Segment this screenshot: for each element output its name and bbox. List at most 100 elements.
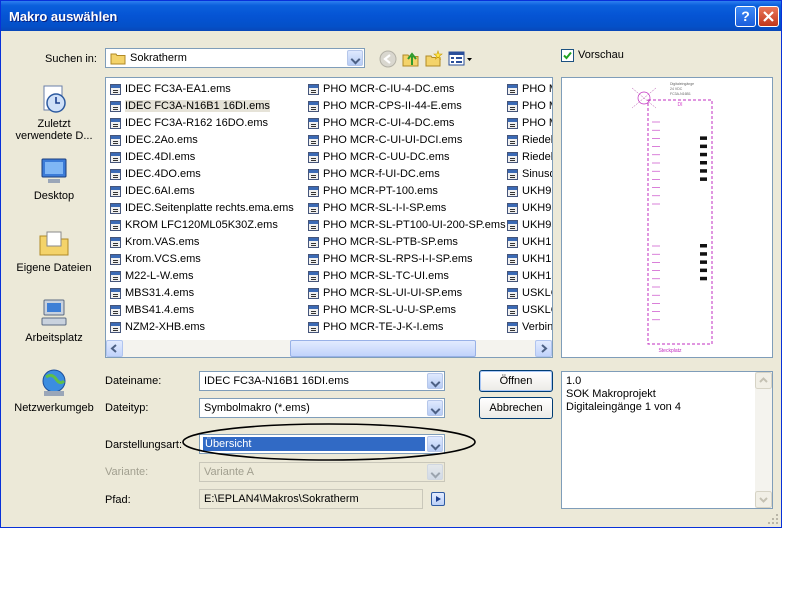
look-in-combo[interactable]: Sokratherm	[105, 48, 365, 68]
file-item[interactable]: UKH95	[505, 200, 552, 217]
file-item[interactable]: PHO MCR-SL-RPS-I-I-SP.ems	[306, 251, 506, 268]
path-browse-button[interactable]	[431, 492, 445, 506]
macro-file-icon	[110, 169, 121, 180]
file-item[interactable]: PHO MCR-C-UI-UI-DCI.ems	[306, 132, 506, 149]
file-item[interactable]: IDEC FC3A-EA1.ems	[108, 81, 294, 98]
close-button[interactable]	[758, 6, 779, 27]
file-item[interactable]: IDEC.6AI.ems	[108, 183, 294, 200]
macro-file-icon	[110, 254, 121, 265]
folder-up-icon[interactable]	[402, 50, 420, 68]
file-item[interactable]: Riedel	[505, 132, 552, 149]
place-desktop[interactable]: Desktop	[11, 155, 97, 202]
place-network[interactable]: Netzwerkumgeb	[11, 367, 97, 414]
macro-file-icon	[110, 84, 121, 95]
macro-file-icon	[308, 220, 319, 231]
file-item[interactable]: UKH95	[505, 183, 552, 200]
arrow-down-icon[interactable]	[755, 491, 772, 508]
file-item[interactable]: Riedel	[505, 149, 552, 166]
file-item[interactable]: PHO MCR-SL-UI-UI-SP.ems	[306, 285, 506, 302]
filetype-combo[interactable]: Symbolmakro (*.ems)	[199, 398, 445, 418]
filename-dropdown-button[interactable]	[427, 373, 443, 389]
file-item[interactable]: PHO MCR-SL-PT100-UI-200-SP.ems	[306, 217, 506, 234]
preview-terminal-block	[700, 161, 707, 165]
file-item[interactable]: MBS41.4.ems	[108, 302, 294, 319]
macro-file-icon	[110, 271, 121, 282]
file-item[interactable]: PHO M	[505, 115, 552, 132]
cancel-button[interactable]: Abbrechen	[479, 397, 553, 419]
macro-file-icon	[110, 288, 121, 299]
macro-file-icon	[110, 305, 121, 316]
preview-terminal-block	[700, 276, 707, 281]
macro-file-icon	[507, 84, 518, 95]
file-item[interactable]: MBS31.4.ems	[108, 285, 294, 302]
file-item[interactable]: USKLG	[505, 285, 552, 302]
back-arrow-icon[interactable]	[379, 50, 397, 68]
scroll-left-button[interactable]	[106, 340, 123, 357]
filename-value[interactable]: IDEC FC3A-N16B1 16DI.ems	[204, 375, 349, 387]
file-item[interactable]: PHO MCR-SL-I-I-SP.ems	[306, 200, 506, 217]
look-in-dropdown-button[interactable]	[347, 50, 363, 66]
file-name: M22-L-W.ems	[125, 270, 194, 282]
title-bar[interactable]: Makro auswählen ?	[1, 1, 781, 31]
help-button[interactable]: ?	[735, 6, 756, 27]
file-list[interactable]: IDEC FC3A-EA1.ems IDEC FC3A-N16B1 16DI.em…	[105, 77, 553, 358]
file-item[interactable]: IDEC.4DI.ems	[108, 149, 294, 166]
file-item[interactable]: M22-L-W.ems	[108, 268, 294, 285]
my-documents-icon	[39, 231, 69, 256]
file-item[interactable]: PHO MCR-f-UI-DC.ems	[306, 166, 506, 183]
file-item[interactable]: Sinusd	[505, 166, 552, 183]
file-item[interactable]: UKH15	[505, 234, 552, 251]
place-recent[interactable]: Zuletzt verwendete D...	[11, 83, 97, 142]
filetype-dropdown-button[interactable]	[427, 400, 443, 416]
file-name: PHO M	[522, 100, 552, 112]
file-item[interactable]: IDEC.2Ao.ems	[108, 132, 294, 149]
preview-checkbox-box[interactable]	[561, 49, 574, 62]
new-folder-icon[interactable]	[425, 50, 443, 68]
file-item[interactable]: PHO MCR-C-IU-4-DC.ems	[306, 81, 506, 98]
horizontal-scrollbar[interactable]	[106, 340, 552, 357]
file-item[interactable]: UKH15	[505, 251, 552, 268]
place-my-documents[interactable]: Eigene Dateien	[11, 227, 97, 274]
filename-field[interactable]: IDEC FC3A-N16B1 16DI.ems	[199, 371, 445, 391]
resize-grip-icon[interactable]	[767, 513, 779, 525]
file-item[interactable]: IDEC FC3A-R162 16DO.ems	[108, 115, 294, 132]
file-item[interactable]: IDEC.Seitenplatte rechts.ema.ems	[108, 200, 294, 217]
file-name: PHO MCR-SL-PTB-SP.ems	[323, 236, 458, 248]
place-my-computer[interactable]: Arbeitsplatz	[11, 297, 97, 344]
horizontal-scroll-thumb[interactable]	[290, 340, 476, 357]
file-item[interactable]: PHO MCR-SL-PTB-SP.ems	[306, 234, 506, 251]
file-item[interactable]: Krom.VCS.ems	[108, 251, 294, 268]
file-item[interactable]: PHO MCR-SL-TC-UI.ems	[306, 268, 506, 285]
scroll-right-button[interactable]	[535, 340, 552, 357]
file-item[interactable]: PHO MCR-CPS-II-44-E.ems	[306, 98, 506, 115]
file-item[interactable]: NZM2-XHB.ems	[108, 319, 294, 336]
info-vertical-scrollbar[interactable]	[755, 372, 772, 508]
file-item[interactable]: UKH95	[505, 217, 552, 234]
file-item[interactable]: USKLG	[505, 302, 552, 319]
file-item[interactable]: IDEC.4DO.ems	[108, 166, 294, 183]
preview-terminal-block	[700, 136, 707, 140]
open-button[interactable]: Öffnen	[479, 370, 553, 392]
macro-file-icon	[507, 118, 518, 129]
file-item[interactable]: PHO MCR-C-UU-DC.ems	[306, 149, 506, 166]
file-name: IDEC.6AI.ems	[125, 185, 195, 197]
view-menu-button[interactable]	[448, 51, 474, 67]
macro-file-icon	[308, 288, 319, 299]
file-item[interactable]: PHO M	[505, 98, 552, 115]
preview-checkbox[interactable]: Vorschau	[561, 49, 641, 65]
file-name: UKH95	[522, 185, 552, 197]
file-item[interactable]: PHO MCR-TE-J-K-I.ems	[306, 319, 506, 336]
file-item[interactable]: UKH15	[505, 268, 552, 285]
file-item[interactable]: Krom.VAS.ems	[108, 234, 294, 251]
arrow-up-icon[interactable]	[755, 372, 772, 389]
file-name: PHO MCR-TE-J-K-I.ems	[323, 321, 444, 333]
macro-file-icon	[507, 237, 518, 248]
file-item[interactable]: Verbin	[505, 319, 552, 336]
file-item[interactable]: PHO M	[505, 81, 552, 98]
file-item[interactable]: PHO MCR-C-UI-4-DC.ems	[306, 115, 506, 132]
file-item[interactable]: PHO MCR-PT-100.ems	[306, 183, 506, 200]
view-menu-icon	[448, 51, 472, 66]
file-item[interactable]: PHO MCR-SL-U-U-SP.ems	[306, 302, 506, 319]
file-item[interactable]: KROM LFC120ML05K30Z.ems	[108, 217, 294, 234]
file-item[interactable]: IDEC FC3A-N16B1 16DI.ems	[108, 98, 294, 115]
